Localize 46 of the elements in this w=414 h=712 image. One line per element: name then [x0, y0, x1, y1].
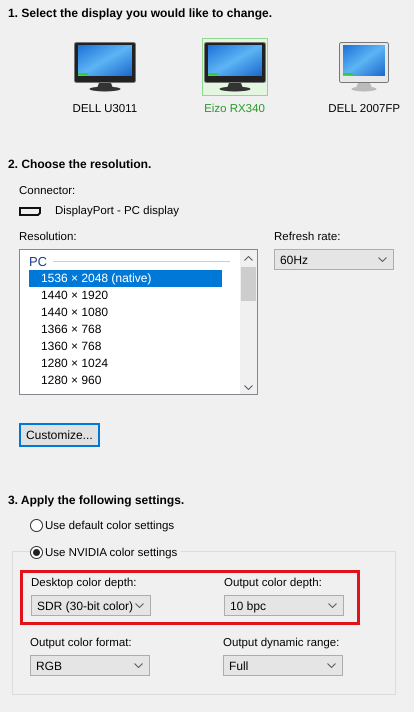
- radio-option[interactable]: Use NVIDIA color settings: [30, 546, 182, 559]
- dropdown[interactable]: 10 bpc: [224, 595, 344, 616]
- display-name: Eizo RX340: [204, 103, 265, 115]
- section-heading: 1. Select the display you would like to change.: [8, 6, 274, 20]
- display-name: DELL 2007FP: [328, 103, 400, 115]
- field-label: Resolution:: [19, 231, 78, 243]
- scrollbar[interactable]: [240, 250, 257, 394]
- display-name: DELL U3011: [72, 103, 138, 115]
- resolution-item[interactable]: 1366 × 768: [29, 321, 222, 338]
- monitor-icon: [204, 42, 266, 92]
- monitor-icon: [74, 42, 136, 92]
- resolution-item[interactable]: 1536 × 2048 (native): [29, 270, 222, 287]
- dropdown[interactable]: SDR (30-bit color): [31, 595, 151, 616]
- chevron-down-icon: [134, 663, 143, 668]
- resolution-item[interactable]: 1280 × 1024: [29, 355, 222, 372]
- field-label: Connector:: [19, 185, 76, 197]
- section-heading: 3. Apply the following settings.: [8, 493, 186, 507]
- chevron-down-icon: [378, 257, 387, 262]
- chevron-up-icon[interactable]: [244, 256, 253, 261]
- group-header: PC: [29, 254, 48, 269]
- chevron-down-icon: [327, 663, 336, 668]
- radio-button[interactable]: [30, 519, 43, 532]
- chevron-down-icon[interactable]: [244, 385, 253, 390]
- resolution-item[interactable]: 1360 × 768: [29, 338, 222, 355]
- resolution-item[interactable]: 1440 × 1080: [29, 304, 222, 321]
- field-label: Refresh rate:: [274, 231, 340, 243]
- connector-name: DisplayPort - PC display: [55, 205, 179, 217]
- dropdown[interactable]: 60Hz: [274, 249, 394, 270]
- field-label: Output color depth:: [224, 577, 323, 589]
- field-label: Output dynamic range:: [223, 637, 340, 649]
- field-label: Output color format:: [30, 637, 133, 649]
- field-label: Desktop color depth:: [31, 577, 138, 589]
- dropdown[interactable]: Full: [223, 655, 343, 676]
- resolution-item[interactable]: 1440 × 1920: [29, 287, 222, 304]
- section-heading: 2. Choose the resolution.: [8, 157, 152, 171]
- scrollbar-thumb[interactable]: [241, 267, 256, 301]
- chevron-down-icon: [135, 603, 144, 608]
- monitor-icon: [339, 42, 390, 92]
- customize-button[interactable]: Customize...: [19, 423, 100, 447]
- display-tile[interactable]: [202, 38, 268, 96]
- resolution-list[interactable]: PC 1536 × 2048 (native) 1440 × 1920 1440 × 1080 1366 × 768 1360 × 768 1280 × 1024 1280 × 960: [19, 249, 258, 395]
- displayport-icon: [19, 206, 41, 216]
- dropdown[interactable]: RGB: [30, 655, 150, 676]
- resolution-item[interactable]: 1280 × 960: [29, 372, 222, 389]
- chevron-down-icon: [328, 603, 337, 608]
- radio-button[interactable]: [30, 546, 43, 559]
